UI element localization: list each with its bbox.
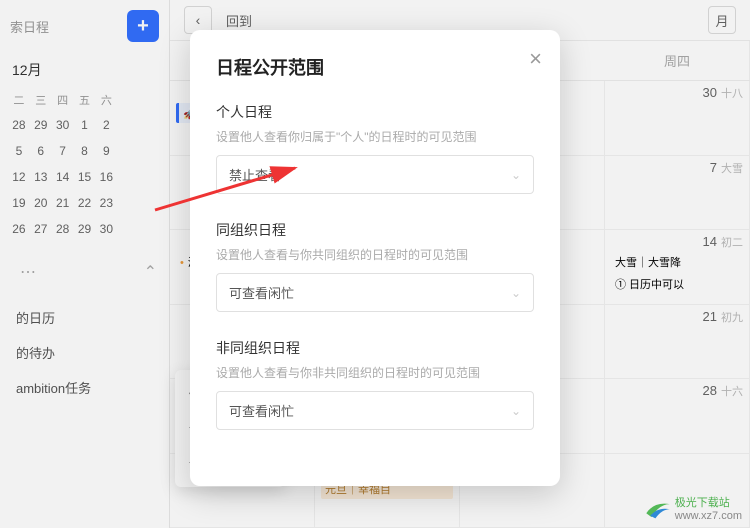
select-value: 可查看闲忙 bbox=[229, 401, 294, 420]
select-personal[interactable]: 禁止查看 ⌄ bbox=[216, 155, 534, 194]
section-desc: 设置他人查看与你非共同组织的日程时的可见范围 bbox=[216, 364, 534, 381]
close-icon[interactable]: × bbox=[529, 48, 542, 70]
select-other-org[interactable]: 可查看闲忙 ⌄ bbox=[216, 391, 534, 430]
section-title: 同组织日程 bbox=[216, 220, 534, 240]
select-value: 可查看闲忙 bbox=[229, 283, 294, 302]
select-same-org[interactable]: 可查看闲忙 ⌄ bbox=[216, 273, 534, 312]
section-desc: 设置他人查看你归属于"个人"的日程时的可见范围 bbox=[216, 128, 534, 145]
section-title: 非同组织日程 bbox=[216, 338, 534, 358]
modal-section-other-org: 非同组织日程 设置他人查看与你非共同组织的日程时的可见范围 可查看闲忙 ⌄ bbox=[216, 338, 534, 430]
chevron-down-icon: ⌄ bbox=[511, 286, 521, 300]
section-title: 个人日程 bbox=[216, 102, 534, 122]
modal-overlay: × 日程公开范围 个人日程 设置他人查看你归属于"个人"的日程时的可见范围 禁止… bbox=[0, 0, 750, 528]
select-value: 禁止查看 bbox=[229, 165, 281, 184]
modal-section-same-org: 同组织日程 设置他人查看与你共同组织的日程时的可见范围 可查看闲忙 ⌄ bbox=[216, 220, 534, 312]
watermark: 极光下载站 www.xz7.com bbox=[645, 494, 742, 522]
modal-title: 日程公开范围 bbox=[216, 54, 534, 80]
modal-section-personal: 个人日程 设置他人查看你归属于"个人"的日程时的可见范围 禁止查看 ⌄ bbox=[216, 102, 534, 194]
section-desc: 设置他人查看与你共同组织的日程时的可见范围 bbox=[216, 246, 534, 263]
chevron-down-icon: ⌄ bbox=[511, 404, 521, 418]
chevron-down-icon: ⌄ bbox=[511, 168, 521, 182]
visibility-modal: × 日程公开范围 个人日程 设置他人查看你归属于"个人"的日程时的可见范围 禁止… bbox=[190, 30, 560, 486]
